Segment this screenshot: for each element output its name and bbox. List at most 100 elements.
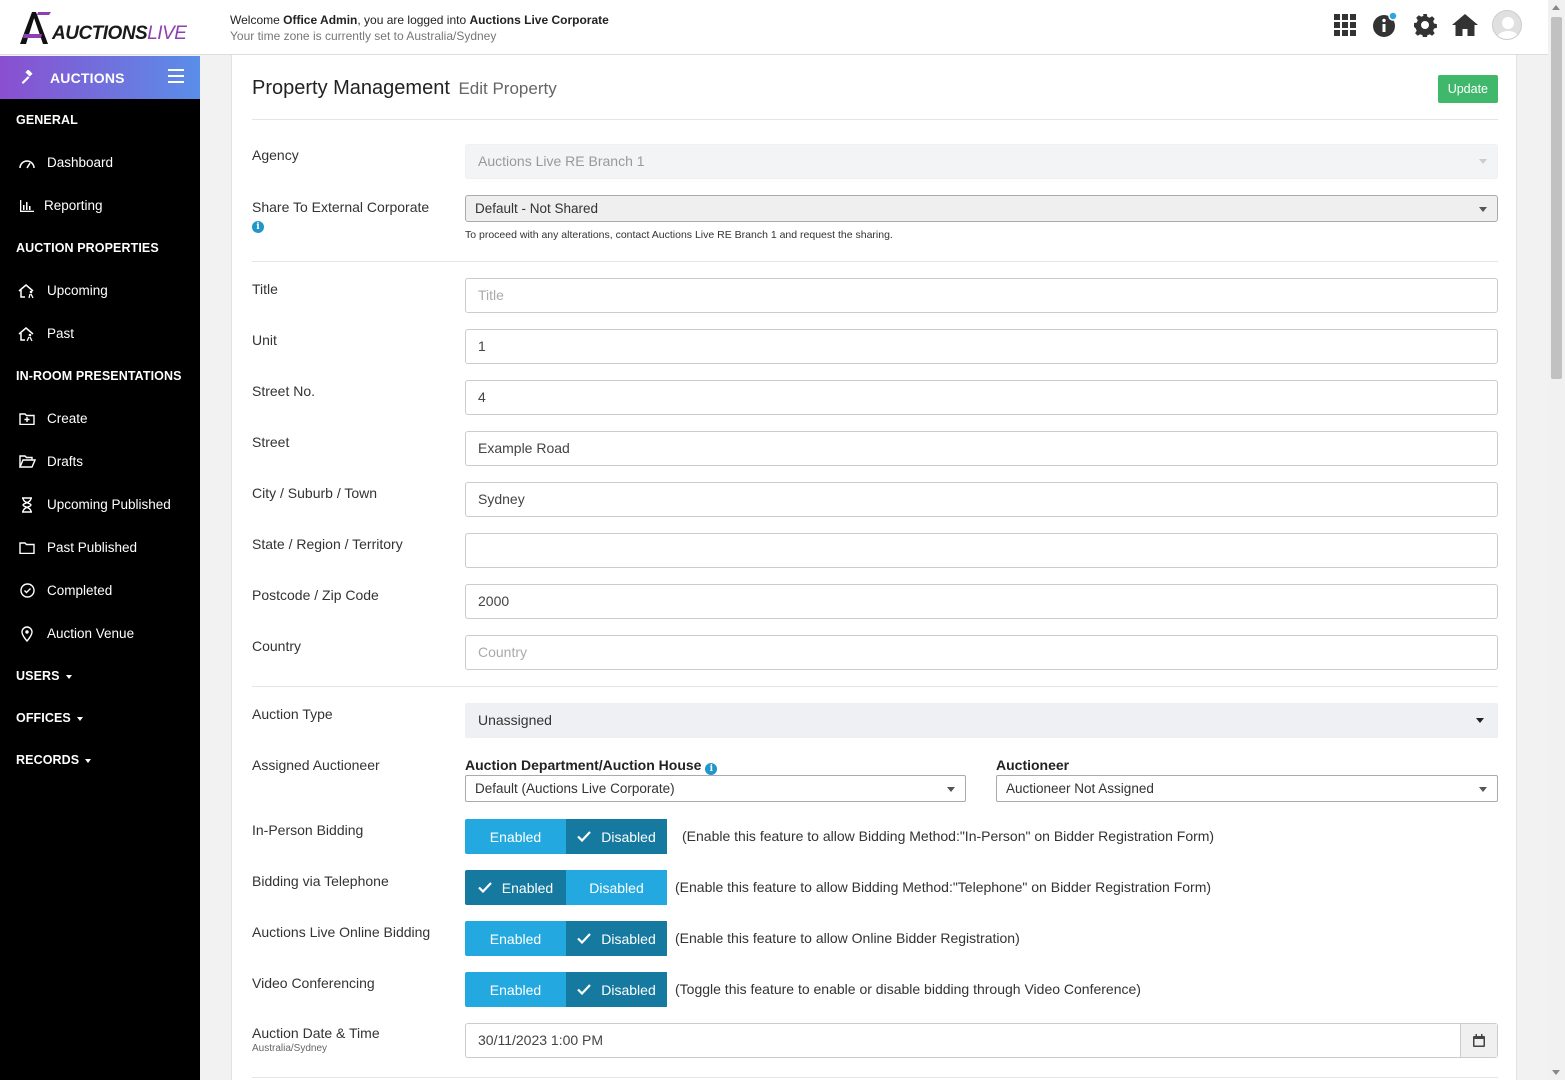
sidebar-item-create[interactable]: Create	[0, 397, 200, 440]
video-disabled-button[interactable]: Disabled	[566, 972, 667, 1007]
sidebar-item-label: Reporting	[44, 198, 103, 213]
auctioneer-value: Auctioneer Not Assigned	[1006, 781, 1154, 796]
apps-grid-icon[interactable]	[1332, 12, 1358, 38]
assigned-auctioneer-label: Assigned Auctioneer	[252, 757, 380, 773]
sidebar-item-upcoming[interactable]: Upcoming	[0, 269, 200, 312]
house-walk-back-icon	[18, 325, 36, 343]
logo-text: AUCTIONSLIVE	[52, 23, 187, 45]
page-title-text: Property Management	[252, 77, 450, 99]
sidebar-item-reporting[interactable]: Reporting	[0, 184, 200, 227]
info-circle-icon[interactable]: i	[252, 221, 264, 233]
section-title-general: GENERAL	[16, 113, 78, 127]
dept-label-text: Auction Department/Auction House	[465, 757, 702, 773]
page-scrollbar[interactable]	[1548, 0, 1565, 1080]
dashboard-icon	[18, 154, 36, 172]
sidebar-item-drafts[interactable]: Drafts	[0, 440, 200, 483]
city-label: City / Suburb / Town	[252, 485, 378, 501]
agency-select[interactable]: Auctions Live RE Branch 1	[465, 144, 1498, 179]
street-no-input[interactable]: 4	[465, 380, 1498, 415]
main-panel: Property Management Edit Property Update…	[231, 55, 1517, 1080]
hourglass-icon	[18, 496, 36, 514]
home-icon[interactable]	[1452, 12, 1478, 38]
state-input[interactable]	[465, 533, 1498, 568]
info-circle-icon[interactable]: i	[705, 763, 718, 775]
folder-icon	[18, 539, 36, 557]
country-input[interactable]: Country	[465, 635, 1498, 670]
unit-input[interactable]: 1	[465, 329, 1498, 364]
gear-icon[interactable]	[1412, 12, 1438, 38]
scroll-down-arrow-icon[interactable]	[1552, 1070, 1560, 1075]
auctions-live-logo[interactable]: AUCTIONSLIVE	[18, 10, 188, 46]
scroll-up-arrow-icon[interactable]	[1552, 5, 1560, 10]
sidebar-item-past[interactable]: Past	[0, 312, 200, 355]
auction-type-label: Auction Type	[252, 706, 333, 722]
video-conferencing-label: Video Conferencing	[252, 975, 375, 991]
info-icon[interactable]	[1372, 12, 1398, 38]
user-avatar[interactable]	[1492, 10, 1522, 40]
page-subtitle: Edit Property	[458, 79, 557, 98]
hamburger-menu-icon[interactable]	[168, 69, 184, 83]
sidebar-menu-users[interactable]: USERS	[0, 655, 200, 697]
video-enabled-button[interactable]: Enabled	[465, 972, 566, 1007]
dept-select[interactable]: Default (Auctions Live Corporate)	[465, 775, 966, 802]
toggle-enabled-label: Enabled	[501, 879, 554, 896]
users-label: USERS	[16, 669, 60, 683]
chevron-down-icon	[1479, 207, 1487, 212]
share-select[interactable]: Default - Not Shared	[465, 195, 1498, 222]
inperson-enabled-button[interactable]: Enabled	[465, 819, 566, 854]
sidebar-menu-offices[interactable]: OFFICES	[0, 697, 200, 739]
check-icon	[577, 984, 592, 995]
sidebar-item-label: Upcoming Published	[47, 497, 171, 512]
inperson-disabled-button[interactable]: Disabled	[566, 819, 667, 854]
telephone-enabled-button[interactable]: Enabled	[465, 870, 566, 905]
toggle-disabled-label: Disabled	[601, 828, 656, 845]
inperson-description: (Enable this feature to allow Bidding Me…	[682, 828, 1215, 844]
auction-type-select[interactable]: Unassigned	[465, 703, 1498, 738]
house-walk-icon	[18, 282, 36, 300]
title-label: Title	[252, 281, 278, 297]
postcode-label: Postcode / Zip Code	[252, 587, 379, 603]
sidebar-item-label: Past	[47, 326, 75, 341]
update-button[interactable]: Update	[1437, 75, 1498, 103]
agency-value: Auctions Live RE Branch 1	[478, 153, 645, 169]
title-input[interactable]: Title	[465, 278, 1498, 313]
street-no-label: Street No.	[252, 383, 316, 399]
sidebar-item-dashboard[interactable]: Dashboard	[0, 141, 200, 184]
telephone-toggle: Enabled Disabled	[465, 870, 670, 905]
sidebar-item-label: Past Published	[47, 540, 138, 555]
sidebar-item-completed[interactable]: Completed	[0, 569, 200, 612]
city-input[interactable]: Sydney	[465, 482, 1498, 517]
online-enabled-button[interactable]: Enabled	[465, 921, 566, 956]
postcode-input[interactable]: 2000	[465, 584, 1498, 619]
auction-date-value: 30/11/2023 1:00 PM	[478, 1032, 604, 1048]
welcome-message: Welcome Office Admin, you are logged int…	[230, 12, 609, 44]
scrollbar-thumb[interactable]	[1551, 17, 1562, 379]
sidebar-menu-records[interactable]: RECORDS	[0, 739, 200, 781]
share-value: Default - Not Shared	[475, 201, 599, 216]
page-title: Property Management Edit Property	[252, 77, 557, 100]
video-conferencing-description: (Toggle this feature to enable or disabl…	[675, 981, 1141, 997]
street-input[interactable]: Example Road	[465, 431, 1498, 466]
telephone-disabled-button[interactable]: Disabled	[566, 870, 667, 905]
toggle-enabled-label: Enabled	[489, 981, 542, 998]
caret-down-icon	[1476, 718, 1484, 723]
telephone-description: (Enable this feature to allow Bidding Me…	[675, 879, 1212, 895]
sidebar-item-label: Create	[47, 411, 88, 426]
sidebar-item-upcoming-published[interactable]: Upcoming Published	[0, 483, 200, 526]
auction-date-label-text: Auction Date & Time	[252, 1025, 380, 1041]
sidebar-item-auction-venue[interactable]: Auction Venue	[0, 612, 200, 655]
calendar-icon[interactable]	[1460, 1024, 1497, 1057]
country-label: Country	[252, 638, 302, 654]
online-disabled-button[interactable]: Disabled	[566, 921, 667, 956]
auctioneer-select[interactable]: Auctioneer Not Assigned	[996, 775, 1498, 802]
toggle-disabled-label: Disabled	[589, 879, 644, 896]
caret-down-icon	[65, 674, 72, 679]
dept-label: Auction Department/Auction House i	[465, 757, 718, 775]
sidebar-item-label: Upcoming	[47, 283, 108, 298]
chevron-down-icon	[1479, 159, 1487, 164]
logo-main-text: AUCTIONS	[52, 23, 148, 44]
sidebar-item-past-published[interactable]: Past Published	[0, 526, 200, 569]
auction-date-input[interactable]: 30/11/2023 1:00 PM	[465, 1023, 1498, 1058]
sidebar-header[interactable]: AUCTIONS	[0, 56, 200, 99]
map-pin-icon	[18, 625, 36, 643]
